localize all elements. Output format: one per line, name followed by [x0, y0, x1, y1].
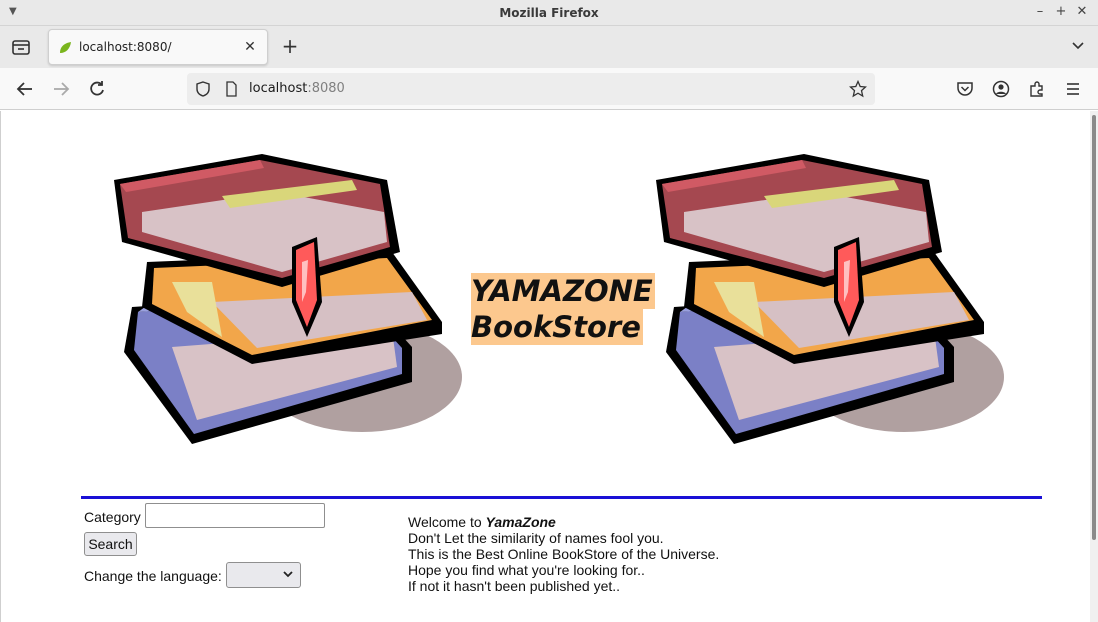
minimize-icon[interactable]: –	[1032, 4, 1048, 20]
category-label: Category	[84, 509, 141, 525]
language-label: Change the language:	[84, 568, 222, 584]
chevron-down-icon	[283, 571, 293, 578]
store-title: YAMAZONE BookStore	[471, 273, 655, 345]
welcome-brand: YamaZone	[485, 514, 556, 530]
page-scrollbar[interactable]	[1090, 111, 1098, 622]
tab-localhost[interactable]: localhost:8080/ ✕	[48, 29, 268, 65]
store-title-line1: YAMAZONE	[471, 273, 655, 309]
store-title-line2: BookStore	[471, 309, 643, 345]
language-select[interactable]	[226, 562, 301, 588]
category-input[interactable]	[145, 503, 325, 528]
nav-bar: localhost:8080	[0, 68, 1098, 110]
account-icon[interactable]	[992, 80, 1010, 98]
welcome-line-3: Hope you find what you're looking for..	[408, 562, 645, 578]
bookmark-star-icon[interactable]	[849, 80, 867, 98]
close-tab-icon[interactable]: ✕	[241, 38, 259, 56]
hamburger-menu-icon[interactable]	[1064, 80, 1082, 98]
welcome-line-4: If not it hasn't been published yet..	[408, 578, 621, 594]
window-titlebar: ▼ Mozilla Firefox – + ✕	[0, 0, 1098, 26]
reload-icon[interactable]	[87, 79, 107, 99]
welcome-message: Welcome to YamaZone Don't Let the simila…	[408, 514, 719, 594]
back-arrow-icon[interactable]	[15, 79, 35, 99]
firefox-view-icon[interactable]	[10, 36, 32, 58]
welcome-line-2: This is the Best Online BookStore of the…	[408, 546, 720, 562]
maximize-icon[interactable]: +	[1053, 4, 1069, 20]
scrollbar-thumb[interactable]	[1092, 115, 1096, 540]
horizontal-divider	[81, 496, 1042, 499]
forward-arrow-icon[interactable]	[51, 79, 71, 99]
pocket-icon[interactable]	[956, 80, 974, 98]
welcome-line-0: Welcome to YamaZone	[408, 514, 556, 530]
url-bar[interactable]: localhost:8080	[187, 73, 875, 105]
tab-bar: localhost:8080/ ✕ +	[0, 26, 1098, 68]
page-info-icon[interactable]	[223, 81, 239, 97]
url-text: localhost:8080	[249, 81, 345, 96]
new-tab-icon[interactable]: +	[280, 36, 300, 56]
books-stack-image-left	[114, 154, 462, 444]
window-title: Mozilla Firefox	[499, 6, 599, 20]
welcome-line-1: Don't Let the similarity of names fool y…	[408, 530, 664, 546]
extensions-icon[interactable]	[1028, 80, 1046, 98]
close-window-icon[interactable]: ✕	[1074, 4, 1090, 20]
search-button[interactable]: Search	[84, 532, 137, 556]
tab-title: localhost:8080/	[79, 40, 172, 54]
chevron-down-icon[interactable]	[1070, 38, 1086, 54]
spring-leaf-icon	[60, 42, 71, 53]
shield-icon[interactable]	[195, 81, 211, 97]
books-stack-image-right	[656, 154, 1004, 444]
